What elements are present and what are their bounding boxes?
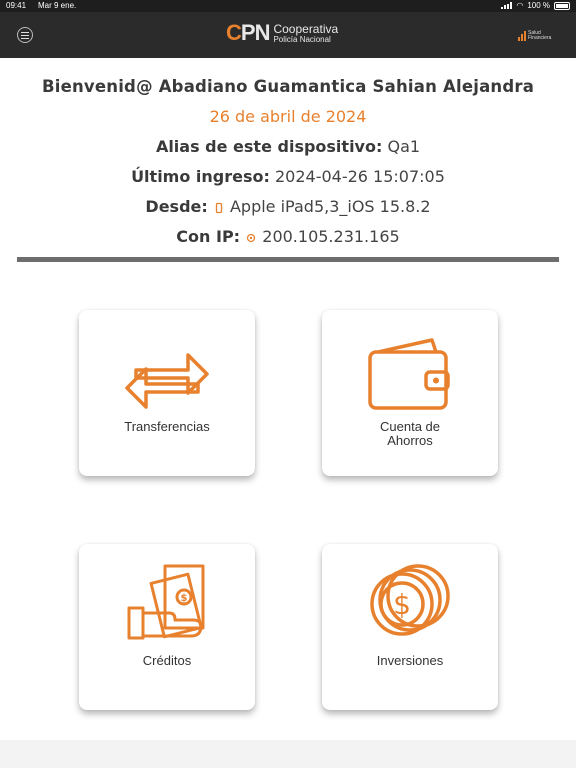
welcome-greeting: Bienvenid@ Abadiano Guamantica Sahian Al… bbox=[41, 77, 535, 96]
credits-label: Créditos bbox=[142, 653, 192, 668]
bar-chart-icon bbox=[518, 31, 526, 41]
menu-icon-line bbox=[21, 34, 29, 36]
investments-label: Inversiones bbox=[376, 653, 444, 668]
ip-value: 200.105.231.165 bbox=[262, 227, 400, 246]
battery-percent: 100 % bbox=[527, 1, 550, 10]
transfers-label: Transferencias bbox=[124, 419, 210, 434]
logo-mark: CPN bbox=[226, 20, 271, 46]
logo-pn: PN bbox=[240, 20, 271, 45]
ip-row: Con IP: 200.105.231.165 bbox=[0, 222, 576, 252]
bottom-bar bbox=[0, 740, 576, 768]
status-date: Mar 9 ene. bbox=[38, 1, 77, 10]
savings-label-line2: Ahorros bbox=[387, 433, 433, 448]
salud-line2: Financiera bbox=[528, 35, 552, 41]
wallet-icon bbox=[368, 338, 450, 410]
savings-label: Cuenta de Ahorros bbox=[322, 420, 498, 448]
investments-card[interactable]: $ Inversiones bbox=[322, 544, 498, 710]
battery-icon bbox=[554, 1, 570, 10]
location-icon bbox=[247, 233, 256, 242]
tablet-icon bbox=[215, 202, 223, 213]
menu-icon-line bbox=[21, 31, 29, 33]
signal-icon bbox=[501, 2, 513, 9]
salud-label: Salud Financiera bbox=[528, 30, 552, 42]
device-value: Apple iPad5,3_iOS 15.8.2 bbox=[229, 197, 431, 216]
status-time: 09:41 bbox=[6, 1, 27, 10]
last-login-value: 2024-04-26 15:07:05 bbox=[274, 167, 445, 186]
wifi-icon: ◠ bbox=[516, 1, 524, 10]
ip-label: Con IP: bbox=[176, 227, 241, 246]
hand-money-icon: $ bbox=[127, 564, 205, 640]
logo-text: Cooperativa Policía Nacional bbox=[273, 23, 338, 44]
salud-financiera-button[interactable]: Salud Financiera bbox=[518, 27, 560, 45]
current-date: 26 de abril de 2024 bbox=[209, 107, 367, 126]
savings-label-line1: Cuenta de bbox=[380, 419, 440, 434]
status-right: ◠ 100 % bbox=[501, 1, 570, 10]
cpn-logo: CPN Cooperativa Policía Nacional bbox=[226, 20, 338, 46]
device-row: Desde: Apple iPad5,3_iOS 15.8.2 bbox=[0, 192, 576, 222]
alias-row: Alias de este dispositivo: Qa1 bbox=[0, 132, 576, 162]
credits-card[interactable]: $ Créditos bbox=[79, 544, 255, 710]
coins-icon: $ bbox=[370, 564, 450, 636]
last-login-row: Último ingreso: 2024-04-26 15:07:05 bbox=[0, 162, 576, 192]
top-navbar: CPN Cooperativa Policía Nacional Salud F… bbox=[0, 12, 576, 58]
svg-text:$: $ bbox=[181, 593, 188, 604]
last-login-label: Último ingreso: bbox=[131, 167, 270, 186]
section-divider bbox=[17, 257, 559, 262]
status-bar: 09:41 Mar 9 ene. ◠ 100 % bbox=[0, 0, 576, 12]
svg-text:$: $ bbox=[393, 588, 411, 621]
logo-line1: Cooperativa bbox=[273, 21, 339, 36]
arrows-exchange-icon bbox=[125, 353, 209, 409]
logo-line2: Policía Nacional bbox=[273, 34, 331, 44]
menu-icon-line bbox=[21, 37, 29, 39]
savings-card[interactable]: Cuenta de Ahorros bbox=[322, 310, 498, 476]
welcome-section: Bienvenid@ Abadiano Guamantica Sahian Al… bbox=[0, 72, 576, 252]
menu-button[interactable] bbox=[17, 27, 33, 43]
alias-value: Qa1 bbox=[387, 137, 421, 156]
logo-c: C bbox=[226, 20, 242, 45]
alias-label: Alias de este dispositivo: bbox=[155, 137, 383, 156]
transfers-card[interactable]: Transferencias bbox=[79, 310, 255, 476]
device-label: Desde: bbox=[145, 197, 208, 216]
